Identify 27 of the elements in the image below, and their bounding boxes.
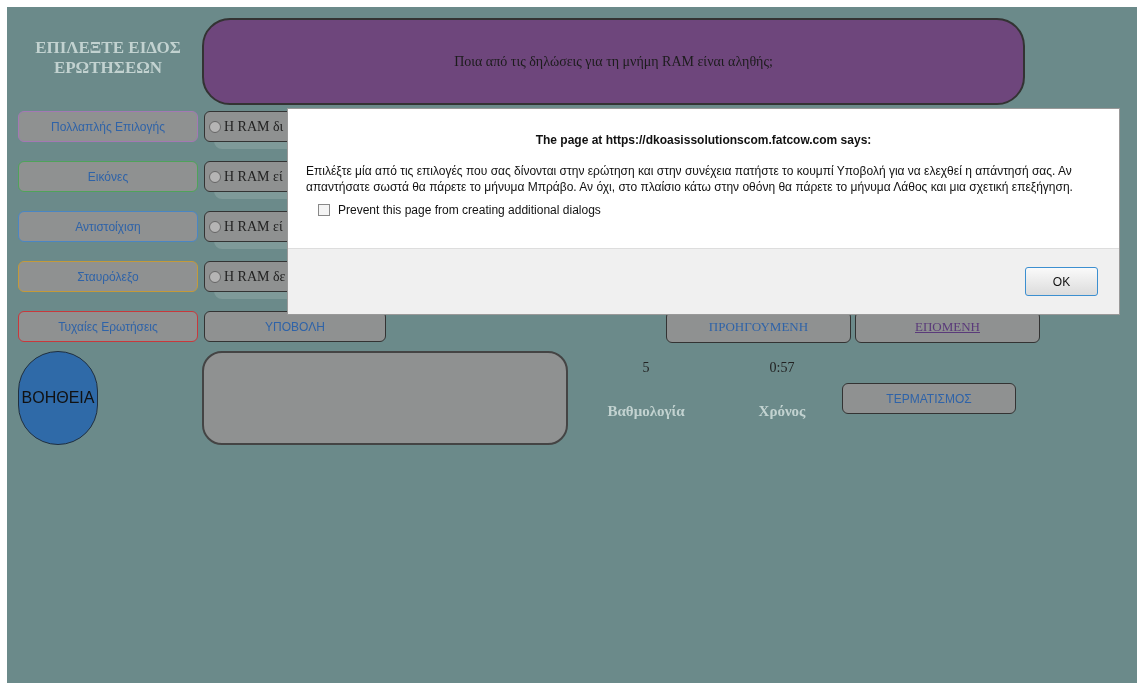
dialog-message: Επιλέξτε μία από τις επιλογές που σας δίνονται στην ερώτηση και στην συνέχεια πατήστε το κουμπί Υποβολή για να ελεχθεί η απάντησή σας. Αν απαντήσατε σωστά θα πάρετε το μήνυμα Μπράβο. Αν όχι, στο πλαίσιο κάτω στην οθόνη θα πάρετε το μήνυμα Λάθος και μια σχετική επεξήγηση. xyxy=(306,163,1074,195)
ok-button[interactable]: OK xyxy=(1025,267,1098,296)
score-label: Βαθμολογία xyxy=(606,402,686,421)
timer-label: Χρόνος xyxy=(757,402,807,421)
answer-text: Η RAM δι xyxy=(224,118,284,136)
category-button[interactable]: Πολλαπλής Επιλογής xyxy=(18,111,198,142)
category-button[interactable]: Σταυρόλεξο xyxy=(18,261,198,292)
category-button[interactable]: Τυχαίες Ερωτήσεις xyxy=(18,311,198,342)
answer-text: Η RAM εί xyxy=(224,218,283,236)
category-button[interactable]: Αντιστοίχιση xyxy=(18,211,198,242)
answer-text: Η RAM δε xyxy=(224,268,286,286)
submit-button[interactable]: ΥΠΟΒΟΛΗ xyxy=(204,311,386,342)
answer-text: Η RAM εί xyxy=(224,168,283,186)
radio-button[interactable] xyxy=(209,220,221,233)
radio-button[interactable] xyxy=(209,270,221,283)
score-value: 5 xyxy=(641,359,651,377)
radio-button[interactable] xyxy=(209,120,221,133)
checkbox-label: Prevent this page from creating additional dialogs xyxy=(338,202,601,219)
section-heading: ΕΠΙΛΕΞΤΕ ΕΙΔΟΣ ΕΡΩΤΗΣΕΩΝ xyxy=(34,37,182,79)
question-panel: Ποια από τις δηλώσεις για τη μνήμη RAM είναι αληθής; xyxy=(202,18,1025,105)
dialog-title: The page at https://dkoasissolutionscom.fatcow.com says: xyxy=(534,132,873,149)
finish-button[interactable]: ΤΕΡΜΑΤΙΣΜΟΣ xyxy=(842,383,1016,414)
radio-button[interactable] xyxy=(209,170,221,183)
category-button[interactable]: Εικόνες xyxy=(18,161,198,192)
timer-value: 0:57 xyxy=(768,359,796,377)
help-button[interactable]: ΒΟΗΘΕΙΑ xyxy=(18,351,98,445)
checkbox[interactable] xyxy=(318,204,330,216)
